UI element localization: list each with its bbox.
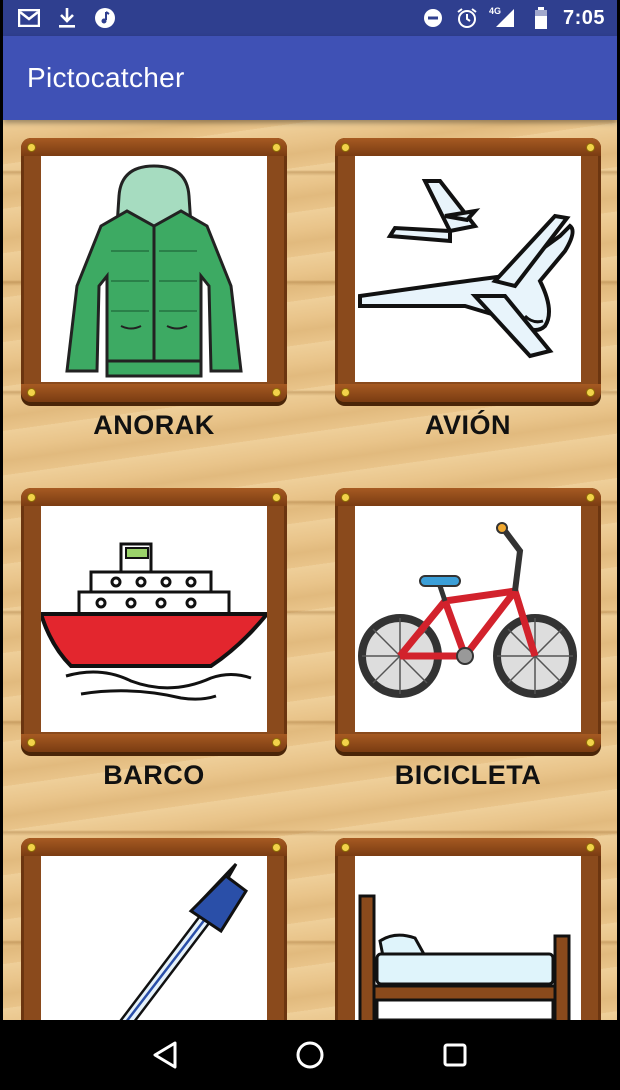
- signal-icon: 4G: [489, 6, 519, 30]
- navigation-bar: [3, 1020, 617, 1090]
- alarm-icon: [455, 6, 479, 30]
- card-label: BARCO: [103, 760, 205, 790]
- wood-frame: [21, 488, 287, 752]
- ship-picture: [41, 506, 267, 732]
- music-icon: [93, 6, 117, 30]
- card-bicicleta[interactable]: BICICLETA: [335, 488, 601, 791]
- card-label: ANORAK: [93, 410, 215, 440]
- home-icon[interactable]: [290, 1035, 330, 1075]
- card-label: AVIÓN: [424, 410, 511, 440]
- battery-icon: [529, 6, 553, 30]
- wood-frame: [335, 138, 601, 402]
- anorak-picture: [41, 156, 267, 382]
- do-not-disturb-icon: [421, 6, 445, 30]
- download-icon: [55, 6, 79, 30]
- card-boligrafo[interactable]: [21, 838, 287, 1020]
- bicycle-picture: [355, 506, 581, 732]
- wood-frame: [335, 488, 601, 752]
- card-barco[interactable]: BARCO: [21, 488, 287, 791]
- clock: 7:05: [562, 6, 605, 29]
- back-icon[interactable]: [145, 1035, 185, 1075]
- card-cama[interactable]: [335, 838, 601, 1020]
- airplane-picture: [355, 156, 581, 382]
- recents-icon[interactable]: [435, 1035, 475, 1075]
- bed-picture: [355, 856, 581, 1020]
- wood-frame: [335, 838, 601, 1020]
- card-anorak[interactable]: ANORAK: [21, 138, 287, 441]
- wood-frame: [21, 838, 287, 1020]
- card-label: BICICLETA: [394, 760, 542, 790]
- picture-grid: ANORAK AVIÓN BARCO BICICLETA: [3, 120, 617, 1020]
- app-title: Pictocatcher: [27, 62, 185, 93]
- wood-frame: [21, 138, 287, 402]
- gmail-icon: [17, 6, 41, 30]
- pen-picture: [41, 856, 267, 1020]
- app-bar: Pictocatcher: [3, 36, 617, 120]
- status-bar: 4G 7:05: [3, 0, 617, 36]
- network-type: 4G: [488, 6, 501, 16]
- card-avion[interactable]: AVIÓN: [335, 138, 601, 441]
